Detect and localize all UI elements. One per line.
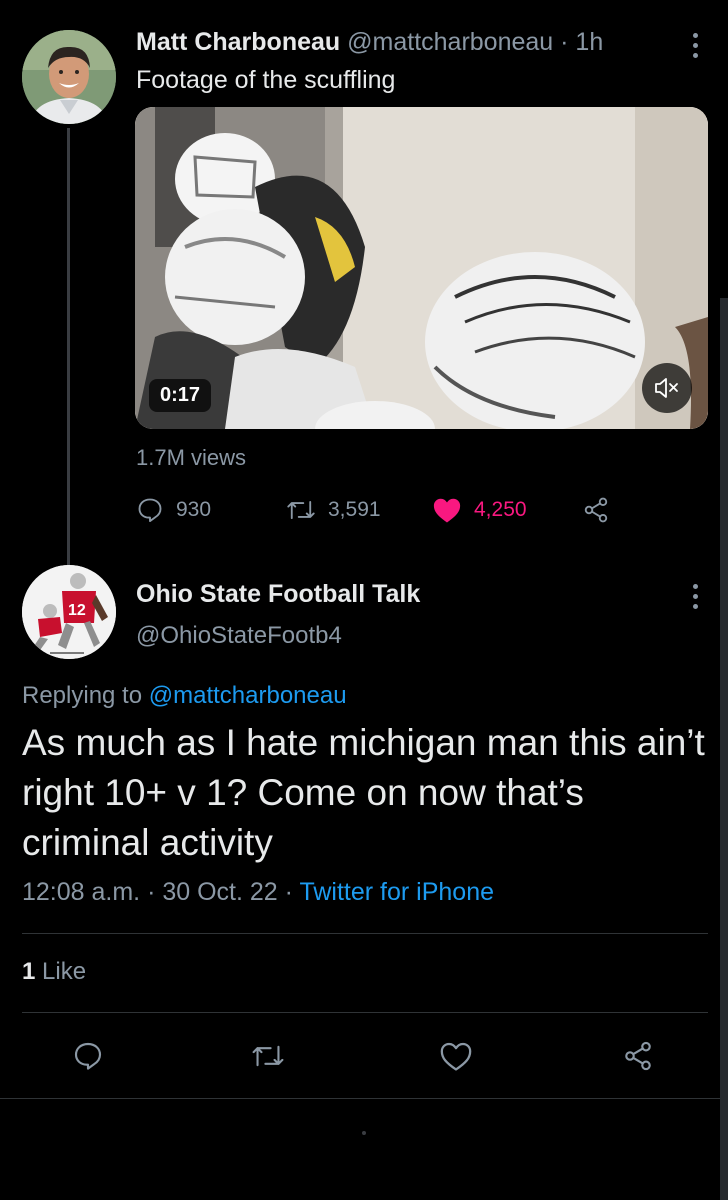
- tweet2-actions: [0, 1036, 728, 1080]
- tweet2-reply-button[interactable]: [70, 1036, 106, 1076]
- reply-icon: [74, 1042, 102, 1070]
- heart-icon: [440, 1042, 472, 1071]
- tweet2-retweet-button[interactable]: [250, 1036, 286, 1076]
- divider: [0, 1098, 728, 1099]
- tweet2-source-link[interactable]: Twitter for iPhone: [299, 878, 494, 906]
- tweet1-video[interactable]: 0:17: [135, 107, 708, 429]
- tweet2-author-name[interactable]: Ohio State Football Talk: [136, 580, 420, 609]
- tweet2-text: As much as I hate michigan man this ain’…: [22, 722, 705, 863]
- tweet1-header: Matt Charboneau @mattcharboneau · 1h: [136, 27, 708, 57]
- replying-to-label: Replying to: [22, 682, 143, 709]
- avatar-jersey-number: 12: [68, 602, 86, 619]
- tweet1-actions: 930 3,591 4,250: [136, 490, 610, 530]
- tweet1-time[interactable]: · 1h: [560, 28, 603, 56]
- replying-to-mention-link[interactable]: @mattcharboneau: [149, 682, 347, 709]
- retweet-icon: [287, 501, 315, 519]
- loading-indicator: [362, 1131, 366, 1135]
- share-icon: [584, 497, 608, 523]
- more-icon[interactable]: [692, 33, 698, 58]
- avatar-ohio-state-football-talk[interactable]: 12: [22, 565, 116, 659]
- tweet2-metadata: 12:08 a.m. · 30 Oct. 22 · Twitter for iP…: [22, 878, 494, 907]
- tweet2-likes-label: Like: [42, 958, 87, 985]
- more-icon[interactable]: [692, 584, 698, 609]
- tweet1-retweet-count: 3,591: [328, 498, 381, 521]
- tweet-thread-page: Matt Charboneau @mattcharboneau · 1h Foo…: [0, 0, 728, 1200]
- tweet2-like-button[interactable]: [438, 1036, 474, 1076]
- tweet1-view-count: 1.7M views: [136, 445, 247, 470]
- video-thumbnail: [135, 107, 708, 429]
- tweet1-retweet-button[interactable]: 3,591: [286, 497, 432, 523]
- tweet1-text: Footage of the scuffling: [136, 66, 396, 94]
- tweet2-author-handle[interactable]: @OhioStateFootb4: [136, 622, 342, 650]
- mute-button[interactable]: [642, 363, 692, 413]
- divider: [22, 933, 708, 934]
- tweet1-reply-button[interactable]: 930: [136, 496, 286, 524]
- tweet1-share-button[interactable]: [582, 496, 610, 524]
- tweet2-timestamp[interactable]: 12:08 a.m. · 30 Oct. 22 ·: [22, 878, 293, 906]
- tweet1-author-handle[interactable]: @mattcharboneau: [347, 28, 553, 56]
- tweet1-like-button[interactable]: 4,250: [432, 496, 582, 524]
- mute-icon: [655, 378, 678, 398]
- reply-icon: [138, 498, 162, 523]
- replying-to-line: Replying to @mattcharboneau: [22, 682, 347, 710]
- tweet2-likes-count: 1: [22, 958, 36, 985]
- avatar-matt-charboneau[interactable]: [22, 30, 116, 124]
- tweet1-like-count: 4,250: [474, 498, 527, 521]
- retweet-icon: [252, 1045, 284, 1067]
- scrollbar[interactable]: [720, 298, 728, 1200]
- share-icon: [625, 1041, 651, 1071]
- divider: [22, 1012, 708, 1013]
- tweet2-likes-summary[interactable]: 1 Like: [22, 958, 86, 986]
- heart-icon: [433, 498, 461, 523]
- tweet1-reply-count: 930: [176, 498, 212, 521]
- thread-connector-line: [67, 128, 70, 568]
- tweet1-author-name[interactable]: Matt Charboneau: [136, 28, 340, 56]
- video-duration: 0:17: [149, 379, 212, 412]
- tweet2-share-button[interactable]: [620, 1036, 656, 1076]
